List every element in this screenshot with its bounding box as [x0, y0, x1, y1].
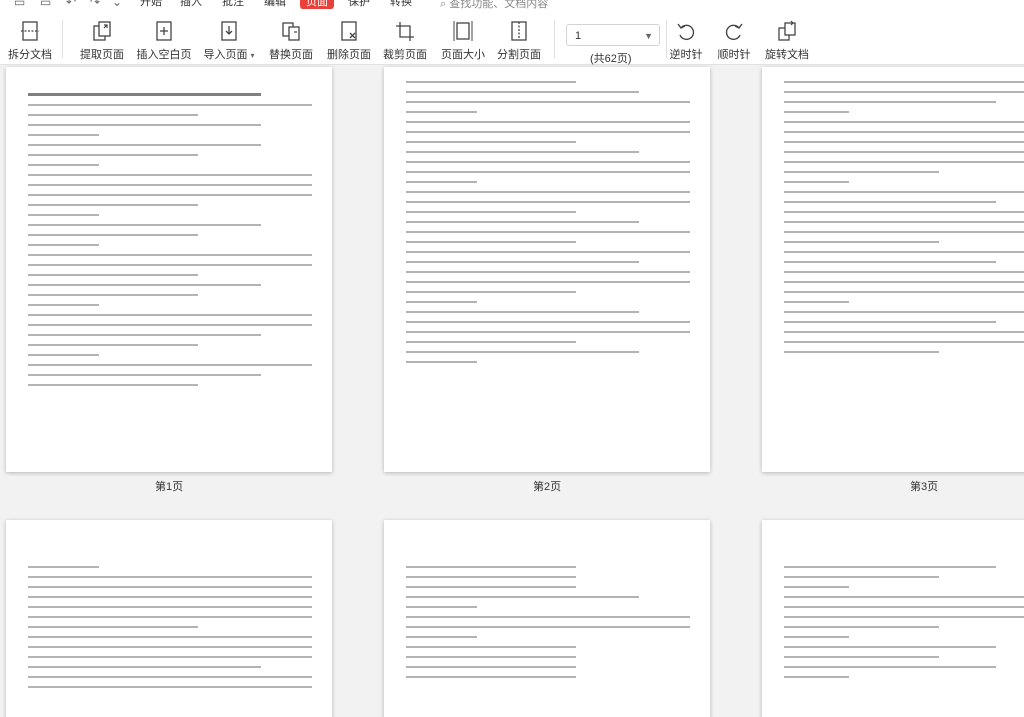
save-icon[interactable]: ▭ — [14, 0, 25, 9]
rotate-document-icon — [777, 20, 797, 42]
page-thumbnail-2[interactable] — [384, 67, 710, 472]
tab-start[interactable]: 开始 — [140, 0, 162, 9]
replace-page-button[interactable]: 替换页面 — [268, 10, 314, 64]
tab-edit[interactable]: 编辑 — [264, 0, 286, 9]
split-document-label: 拆分文档 — [8, 49, 52, 61]
page-label-2: 第2页 — [533, 481, 562, 493]
page-toolbar: 拆分文档 提取页面 插入空白页 导入页面 ▾ 替换页面 删除页面 裁剪页面 页面… — [0, 10, 1024, 65]
chevron-down-icon[interactable]: ⌄ — [112, 0, 122, 9]
split-document-icon — [20, 20, 40, 42]
redo-icon[interactable]: ↷ — [90, 0, 100, 9]
page-thumbnail-6[interactable] — [762, 520, 1024, 717]
tab-comment[interactable]: 批注 — [222, 0, 244, 9]
page-thumbnail-3[interactable] — [762, 67, 1024, 472]
page-size-icon — [453, 20, 473, 42]
rotate-ccw-button[interactable]: 逆时针 — [668, 10, 704, 64]
page-size-label: 页面大小 — [441, 49, 485, 61]
tab-page[interactable]: 页面 — [300, 0, 334, 9]
delete-page-button[interactable]: 删除页面 — [326, 10, 372, 64]
insert-blank-page-label: 插入空白页 — [136, 49, 192, 61]
split-page-icon — [509, 20, 529, 42]
tab-protect[interactable]: 保护 — [348, 0, 370, 9]
rotate-ccw-icon — [676, 20, 696, 42]
search-placeholder: 查找功能、文档内容 — [449, 0, 549, 10]
page-thumbnail-grid: 第1页 第2页 第3页 — [0, 65, 1024, 717]
tab-insert[interactable]: 插入 — [180, 0, 202, 9]
page-count: (共62页) — [590, 53, 632, 65]
rotate-cw-icon — [724, 20, 744, 42]
page-thumbnail-1[interactable] — [6, 67, 332, 472]
import-page-icon — [219, 20, 239, 42]
extract-page-button[interactable]: 提取页面 — [78, 10, 126, 64]
rotate-document-button[interactable]: 旋转文档 — [764, 10, 810, 64]
undo-icon[interactable]: ↶ — [66, 0, 76, 9]
extract-page-label: 提取页面 — [80, 49, 124, 61]
replace-page-icon — [281, 20, 301, 42]
crop-page-button[interactable]: 裁剪页面 — [382, 10, 428, 64]
import-page-label: 导入页面 ▾ — [203, 49, 255, 61]
split-document-button[interactable]: 拆分文档 — [8, 10, 52, 64]
rotate-document-label: 旋转文档 — [765, 49, 809, 61]
rotate-cw-label: 顺时针 — [717, 49, 751, 61]
split-page-button[interactable]: 分割页面 — [496, 10, 542, 64]
page-thumbnail-4[interactable] — [6, 520, 332, 717]
page-label-1: 第1页 — [155, 481, 184, 493]
page-size-button[interactable]: 页面大小 — [440, 10, 486, 64]
insert-blank-page-icon — [154, 20, 174, 42]
search-icon: ⌕ — [440, 0, 450, 10]
chevron-down-icon: ▾ — [250, 51, 255, 60]
current-page-value: 1 — [575, 30, 582, 42]
rotate-ccw-label: 逆时针 — [669, 49, 703, 61]
insert-blank-page-button[interactable]: 插入空白页 — [134, 10, 194, 64]
crop-page-label: 裁剪页面 — [383, 49, 427, 61]
page-thumbnail-5[interactable] — [384, 520, 710, 717]
delete-page-icon — [339, 20, 359, 42]
menu-bar: ▭ ▭ ↶ ↷ ⌄ 开始 插入 批注 编辑 页面 保护 转换 ⌕ 查找功能、文档… — [0, 0, 1024, 10]
tab-convert[interactable]: 转换 — [390, 0, 412, 9]
replace-page-label: 替换页面 — [269, 49, 313, 61]
current-page-input[interactable]: 1 ▼ — [566, 24, 660, 46]
chevron-down-icon[interactable]: ▼ — [644, 25, 653, 47]
split-page-label: 分割页面 — [497, 49, 541, 61]
extract-page-icon — [92, 20, 112, 42]
rotate-cw-button[interactable]: 顺时针 — [716, 10, 752, 64]
page-label-3: 第3页 — [910, 481, 939, 493]
print-icon[interactable]: ▭ — [40, 0, 51, 9]
search-input[interactable]: ⌕ 查找功能、文档内容 — [440, 0, 548, 10]
crop-icon — [395, 20, 415, 42]
delete-page-label: 删除页面 — [327, 49, 371, 61]
import-page-button[interactable]: 导入页面 ▾ — [202, 10, 256, 64]
